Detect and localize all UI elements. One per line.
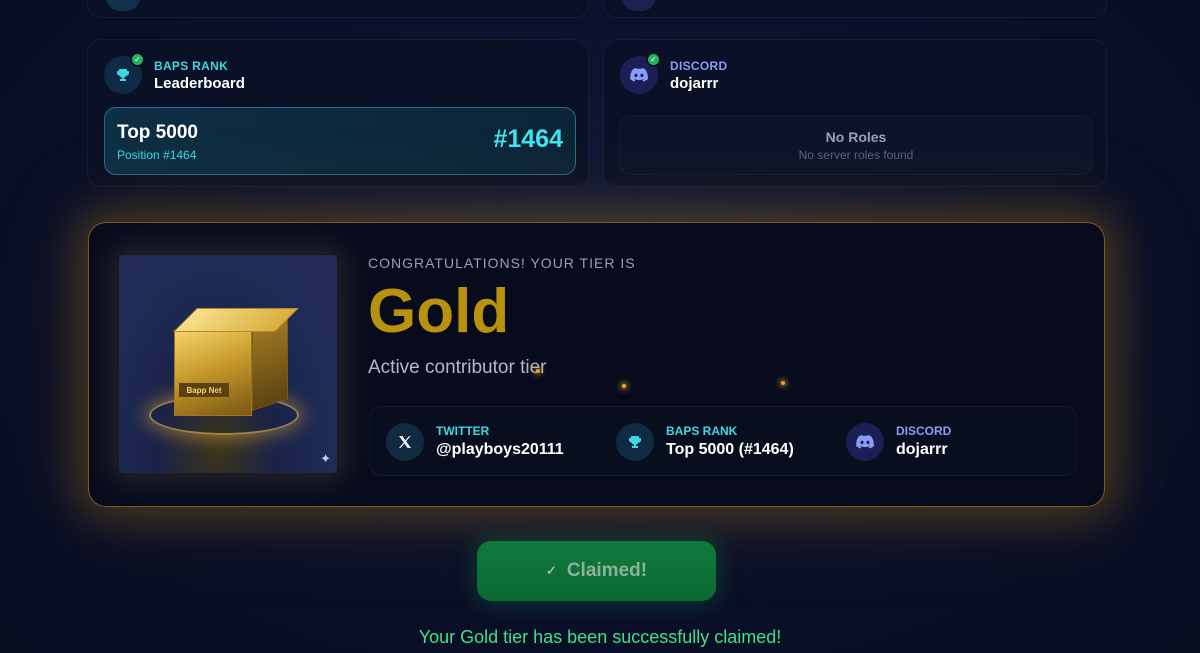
roles-box: No Roles No server roles found xyxy=(619,115,1093,175)
social-baps-rank: BAPS RANK Top 5000 (#1464) xyxy=(616,421,826,463)
trophy-icon xyxy=(616,423,654,461)
card-label: DISCORD xyxy=(670,59,728,73)
rank-position-text: Position #1464 xyxy=(117,148,197,162)
verified-check-icon: ✓ xyxy=(130,52,145,67)
previous-card-left xyxy=(87,0,589,18)
claimed-button[interactable]: ✓ Claimed! xyxy=(477,541,716,601)
ember-particle xyxy=(622,384,626,388)
check-icon: ✓ xyxy=(545,563,557,578)
tier-name: Gold xyxy=(368,277,510,346)
social-value: dojarrr xyxy=(896,441,948,458)
baps-rank-card: ✓ BAPS RANK Leaderboard Top 5000 Positio… xyxy=(87,39,589,187)
social-discord: DISCORD dojarrr xyxy=(846,421,1056,463)
tier-description: Active contributor tier xyxy=(368,357,547,378)
success-message: Your Gold tier has been successfully cla… xyxy=(418,627,782,647)
chest-caption: Bapp Net xyxy=(179,383,229,397)
previous-card-right xyxy=(603,0,1107,18)
roles-title: No Roles xyxy=(825,129,887,145)
discord-card: ✓ DISCORD dojarrr No Roles No server rol… xyxy=(603,39,1107,187)
x-logo-icon xyxy=(386,423,424,461)
verified-check-icon: ✓ xyxy=(646,52,661,67)
ember-particle xyxy=(781,381,785,385)
social-label: TWITTER xyxy=(436,424,490,438)
social-label: BAPS RANK xyxy=(666,424,738,438)
social-label: DISCORD xyxy=(896,424,952,438)
gold-chest-image: Bapp Net ✦ xyxy=(119,255,337,473)
card-value: dojarrr xyxy=(670,75,719,92)
rank-position-box: Top 5000 Position #1464 #1464 xyxy=(104,107,576,175)
social-value: Top 5000 (#1464) xyxy=(666,441,794,458)
partial-icon xyxy=(106,0,140,11)
linked-accounts: TWITTER @playboys20111 BAPS RANK Top 500… xyxy=(369,406,1077,476)
card-label: BAPS RANK xyxy=(154,59,229,73)
congrats-text: CONGRATULATIONS! YOUR TIER IS xyxy=(368,255,636,271)
rank-number: #1464 xyxy=(493,125,563,153)
rank-tier-title: Top 5000 xyxy=(117,122,198,143)
sparkle-icon: ✦ xyxy=(320,451,331,466)
chest-front xyxy=(174,330,252,416)
claimed-button-label: Claimed! xyxy=(566,560,648,581)
partial-icon xyxy=(622,0,656,11)
ember-particle xyxy=(536,369,540,373)
social-value: @playboys20111 xyxy=(436,441,564,458)
discord-icon xyxy=(846,423,884,461)
card-value: Leaderboard xyxy=(154,75,245,92)
social-twitter: TWITTER @playboys20111 xyxy=(386,421,596,463)
roles-subtitle: No server roles found xyxy=(798,148,914,162)
tier-result-card: Bapp Net ✦ CONGRATULATIONS! YOUR TIER IS… xyxy=(88,222,1105,507)
